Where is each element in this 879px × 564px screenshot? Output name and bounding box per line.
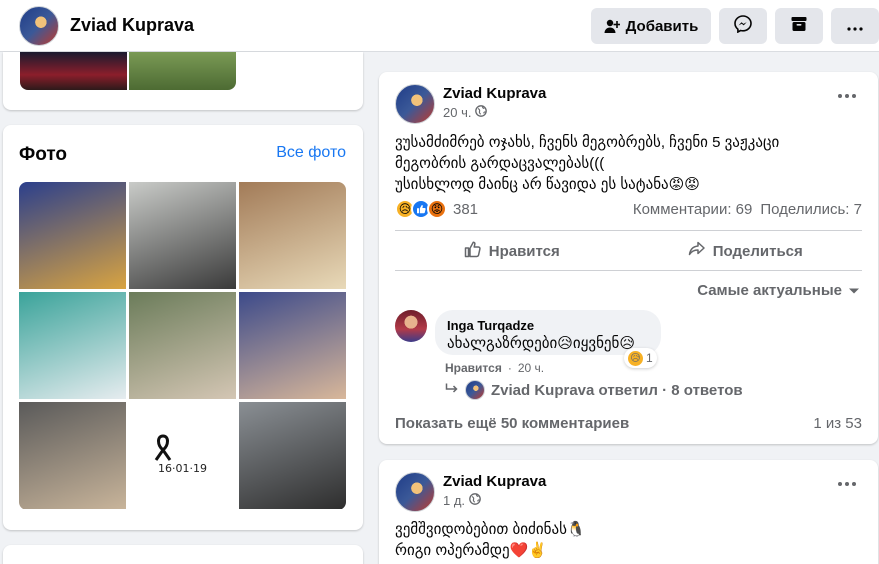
profile-name[interactable]: Zviad Kuprava	[70, 15, 194, 36]
photo-thumbnail[interactable]	[19, 182, 126, 289]
post-actions: Нравится Поделиться	[395, 233, 862, 269]
ribbon-icon	[154, 434, 172, 461]
messenger-button[interactable]	[719, 8, 767, 44]
share-label: Поделиться	[712, 242, 803, 260]
globe-icon	[475, 105, 488, 120]
photo-thumbnail[interactable]	[129, 292, 236, 399]
reply-arrow-icon	[445, 382, 459, 399]
profile-avatar[interactable]	[19, 6, 59, 46]
share-button[interactable]: Поделиться	[629, 233, 863, 269]
media-thumbnail[interactable]	[20, 52, 127, 90]
author-avatar[interactable]	[395, 472, 435, 512]
archive-icon	[790, 15, 808, 37]
more-button[interactable]	[831, 8, 879, 44]
divider	[395, 270, 862, 271]
comment-meta: Нравится · 20 ч.	[445, 361, 544, 375]
comment-time[interactable]: 20 ч.	[518, 361, 544, 375]
archive-button[interactable]	[775, 8, 823, 44]
post-stats: Комментарии: 69 Поделились: 7	[633, 201, 862, 218]
post-time-text: 20 ч.	[443, 105, 472, 120]
share-arrow-icon	[688, 240, 706, 262]
messenger-icon	[734, 15, 752, 37]
post-timestamp[interactable]: 20 ч.	[443, 105, 488, 120]
comment-sort-dropdown[interactable]: Самые актуальные	[697, 282, 860, 299]
angry-reaction-icon: 😡	[427, 199, 447, 219]
dot-separator: ·	[507, 361, 512, 375]
post-timestamp[interactable]: 1 д.	[443, 493, 481, 508]
comment-text: ახალგაზრდები😥იყვნენ😥	[447, 335, 636, 352]
author-avatar[interactable]	[395, 84, 435, 124]
like-button[interactable]: Нравится	[395, 233, 629, 269]
comment-author[interactable]: Inga Turqadze	[447, 318, 649, 333]
add-friend-icon	[604, 18, 620, 34]
post-author[interactable]: Zviad Kuprava	[443, 473, 546, 490]
thumbs-up-icon	[464, 240, 482, 262]
like-label: Нравится	[488, 242, 560, 260]
more-horizontal-icon	[847, 18, 863, 35]
previous-media-card	[3, 52, 363, 110]
reply-author-avatar	[465, 380, 485, 400]
photo-thumbnail[interactable]: 16·01·19	[129, 402, 236, 509]
photo-thumbnail[interactable]	[239, 182, 346, 289]
media-thumbnail[interactable]	[129, 52, 236, 90]
post-author[interactable]: Zviad Kuprava	[443, 85, 546, 102]
photo-grid: 16·01·19	[19, 182, 346, 510]
photo-thumbnail[interactable]	[239, 292, 346, 399]
profile-header-bar: Zviad Kuprava Добавить	[0, 0, 879, 52]
commenter-avatar[interactable]	[395, 310, 427, 342]
post: Zviad Kuprava 1 д. ვემშვიდობებით ბიძინას…	[379, 460, 878, 564]
divider	[395, 230, 862, 231]
sad-reaction-icon: 😥	[628, 350, 643, 366]
reaction-count: 381	[453, 200, 479, 218]
post: Zviad Kuprava 20 ч. ვუსამძიმრებ ოჯახს, ჩ…	[379, 72, 878, 444]
photo-thumbnail[interactable]	[19, 402, 126, 509]
comments-page-count: 1 из 53	[813, 415, 862, 432]
add-button-label: Добавить	[625, 17, 699, 35]
comment-like-link[interactable]: Нравится	[445, 361, 502, 375]
show-more-comments-link[interactable]: Показать ещё 50 комментариев	[395, 415, 629, 432]
comments-count[interactable]: Комментарии: 69	[633, 201, 753, 218]
see-all-photos-link[interactable]: Все фото	[276, 144, 346, 162]
shares-count[interactable]: Поделились: 7	[760, 201, 862, 218]
photo-thumbnail[interactable]	[19, 292, 126, 399]
comment-reactions[interactable]: 😥 1	[624, 348, 657, 368]
photo-thumbnail[interactable]	[239, 402, 346, 509]
sort-label: Самые актуальные	[697, 282, 842, 299]
view-replies-link[interactable]: Zviad Kuprava ответил · 8 ответов	[445, 380, 743, 400]
photos-title: Фото	[19, 144, 68, 165]
comment-bubble: Inga Turqadze ახალგაზრდები😥იყვნენ😥	[435, 310, 661, 355]
add-button[interactable]: Добавить	[591, 8, 711, 44]
post-options-icon[interactable]	[838, 94, 856, 98]
comment-reaction-count: 1	[646, 351, 653, 365]
caret-down-icon	[848, 282, 860, 299]
post-time-text: 1 д.	[443, 493, 466, 508]
next-card	[3, 545, 363, 564]
reactions-summary[interactable]: 😥 😡 381	[395, 199, 478, 219]
post-options-icon[interactable]	[838, 482, 856, 486]
reply-summary: Zviad Kuprava ответил · 8 ответов	[491, 381, 743, 399]
photo-thumbnail[interactable]	[129, 182, 236, 289]
post-text: ვემშვიდობებით ბიძინას🐧 რიგი ოპერამდე❤️✌️	[395, 521, 586, 559]
photos-card: Фото Все фото 16·01·19	[3, 125, 363, 530]
globe-icon	[469, 493, 481, 508]
post-text: ვუსამძიმრებ ოჯახს, ჩვენს მეგობრებს, ჩვენ…	[395, 134, 780, 193]
memorial-ribbon-text: 16·01·19	[158, 462, 207, 475]
